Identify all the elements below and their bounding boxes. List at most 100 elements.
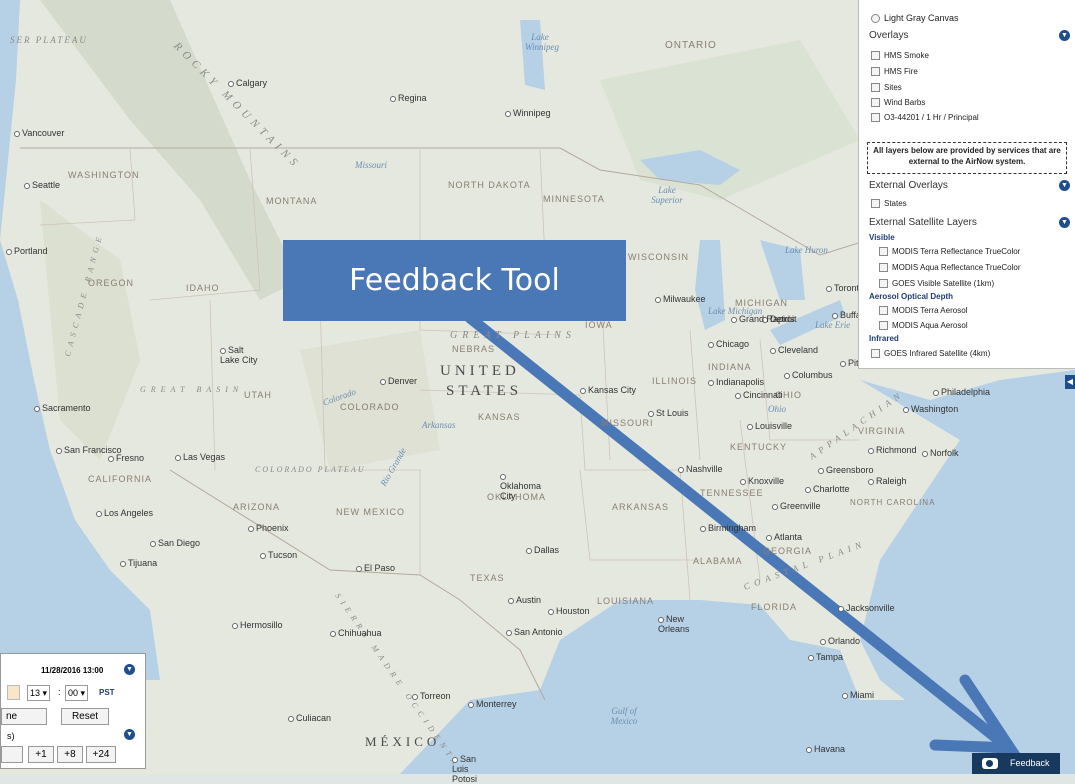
state-label: MINNESOTA xyxy=(543,194,605,204)
city-label: Tucson xyxy=(260,550,297,560)
country-label-mexico: MÉXICO xyxy=(365,734,441,749)
water-label: Lake Winnipeg xyxy=(525,32,559,52)
aerosol-subheader: Aerosol Optical Depth xyxy=(869,292,954,301)
overlay-item[interactable]: O3-44201 / 1 Hr / Principal xyxy=(871,113,979,123)
checkbox[interactable] xyxy=(879,306,888,316)
city-label: Culiacan xyxy=(288,713,331,723)
country-label-us: UNITED xyxy=(440,363,520,379)
checkbox[interactable] xyxy=(871,349,880,359)
city-label: Orlando xyxy=(820,636,860,646)
chevron-down-icon[interactable]: ▼ xyxy=(1059,30,1070,41)
state-label: OREGON xyxy=(88,278,135,288)
feedback-button[interactable]: Feedback xyxy=(972,753,1060,774)
city-label: Atlanta xyxy=(766,532,802,542)
step-24-button[interactable]: +24 xyxy=(86,746,116,763)
camera-icon xyxy=(982,758,998,769)
city-label: Norfolk xyxy=(922,448,959,458)
map-region-label: GREAT BASIN xyxy=(140,385,244,394)
city-label: Kansas City xyxy=(580,385,636,395)
state-label: FLORIDA xyxy=(751,602,798,612)
checkbox[interactable] xyxy=(879,279,888,289)
city-label: Cleveland xyxy=(770,345,818,355)
state-label: VIRGINIA xyxy=(858,426,906,436)
checkbox[interactable] xyxy=(879,263,888,273)
water-label: Arkansas xyxy=(422,420,456,430)
checkbox[interactable] xyxy=(871,83,880,93)
satellite-layer-item[interactable]: MODIS Aqua Reflectance TrueColor xyxy=(879,263,1021,273)
hours-label: s) xyxy=(7,731,15,741)
city-label: Greensboro xyxy=(818,465,874,475)
step-back-button[interactable] xyxy=(1,746,23,763)
state-label: ARIZONA xyxy=(233,502,281,512)
external-overlays-header: External Overlays xyxy=(869,180,948,191)
state-label: LOUISIANA xyxy=(597,596,655,606)
chevron-down-icon[interactable]: ▼ xyxy=(1059,217,1070,228)
city-label: Dallas xyxy=(526,545,559,555)
water-label: Missouri xyxy=(355,160,388,170)
calendar-icon[interactable] xyxy=(7,685,20,700)
overlay-item[interactable]: HMS Fire xyxy=(871,67,918,77)
map-region-label: GREAT PLAINS xyxy=(450,330,576,341)
collapse-panel-icon[interactable]: ◀ xyxy=(1065,375,1075,389)
city-label: Phoenix xyxy=(248,523,289,533)
satellite-layer-item[interactable]: MODIS Aqua Aerosol xyxy=(879,321,968,331)
external-overlay-item[interactable]: States xyxy=(871,199,907,209)
basemap-option[interactable]: Light Gray Canvas xyxy=(871,13,959,24)
city-label: Raleigh xyxy=(868,476,907,486)
state-label: TENNESSEE xyxy=(700,488,764,498)
checkbox[interactable] xyxy=(879,321,888,331)
now-button[interactable]: ne xyxy=(1,708,47,725)
state-label: IDAHO xyxy=(186,283,220,293)
state-label: COLORADO xyxy=(340,402,400,412)
checkbox[interactable] xyxy=(871,98,880,108)
city-label: St Louis xyxy=(648,408,689,418)
water-label: Gulf of Mexico xyxy=(610,706,638,726)
radio-button[interactable] xyxy=(871,14,880,24)
step-1-button[interactable]: +1 xyxy=(28,746,54,763)
overlay-item[interactable]: Sites xyxy=(871,83,902,93)
city-label: Columbus xyxy=(784,370,833,380)
city-label: Washington xyxy=(903,404,958,414)
feedback-tool-callout: Feedback Tool xyxy=(283,240,626,321)
overlay-item[interactable]: Wind Barbs xyxy=(871,98,925,108)
checkbox[interactable] xyxy=(871,199,880,209)
chevron-down-icon[interactable]: ▼ xyxy=(1059,180,1070,191)
city-label: Fresno xyxy=(108,453,144,463)
city-label: Seattle xyxy=(24,180,60,190)
state-label: IOWA xyxy=(585,320,613,330)
satellite-layer-item[interactable]: GOES Visible Satellite (1km) xyxy=(879,279,994,289)
satellite-layers-header: External Satellite Layers xyxy=(869,217,977,228)
reset-button[interactable]: Reset xyxy=(61,708,109,725)
hour-select[interactable]: 13 ▾ xyxy=(27,685,51,701)
state-label: WASHINGTON xyxy=(68,170,140,180)
chevron-down-icon[interactable]: ▼ xyxy=(124,664,135,675)
overlay-item[interactable]: HMS Smoke xyxy=(871,51,929,61)
satellite-layer-item[interactable]: GOES Infrared Satellite (4km) xyxy=(871,349,990,359)
city-label: Charlotte xyxy=(805,484,850,494)
city-label: San Antonio xyxy=(506,627,563,637)
state-label: NEW MEXICO xyxy=(336,507,406,517)
timezone-label: PST xyxy=(99,688,115,697)
city-label: Portland xyxy=(6,246,48,256)
minute-select[interactable]: 00 ▾ xyxy=(65,685,89,701)
state-label: INDIANA xyxy=(708,362,752,372)
checkbox[interactable] xyxy=(879,247,888,257)
satellite-layer-item[interactable]: MODIS Terra Reflectance TrueColor xyxy=(879,247,1020,257)
checkbox[interactable] xyxy=(871,67,880,77)
city-label: Chihuahua xyxy=(330,628,382,638)
water-label: Lake Huron xyxy=(785,245,828,255)
infrared-subheader: Infrared xyxy=(869,334,899,343)
state-label: CALIFORNIA xyxy=(88,474,153,484)
checkbox[interactable] xyxy=(871,113,880,123)
checkbox[interactable] xyxy=(871,51,880,61)
city-label: San Diego xyxy=(150,538,200,548)
map-region-label: SER PLATEAU xyxy=(10,35,88,45)
city-label: Winnipeg xyxy=(505,108,551,118)
step-8-button[interactable]: +8 xyxy=(57,746,83,763)
city-label: Houston xyxy=(548,606,590,616)
city-label: Tijuana xyxy=(120,558,157,568)
satellite-layer-item[interactable]: MODIS Terra Aerosol xyxy=(879,306,967,316)
chevron-down-icon[interactable]: ▼ xyxy=(124,729,135,740)
state-label: ALABAMA xyxy=(693,556,743,566)
visible-subheader: Visible xyxy=(869,233,895,242)
